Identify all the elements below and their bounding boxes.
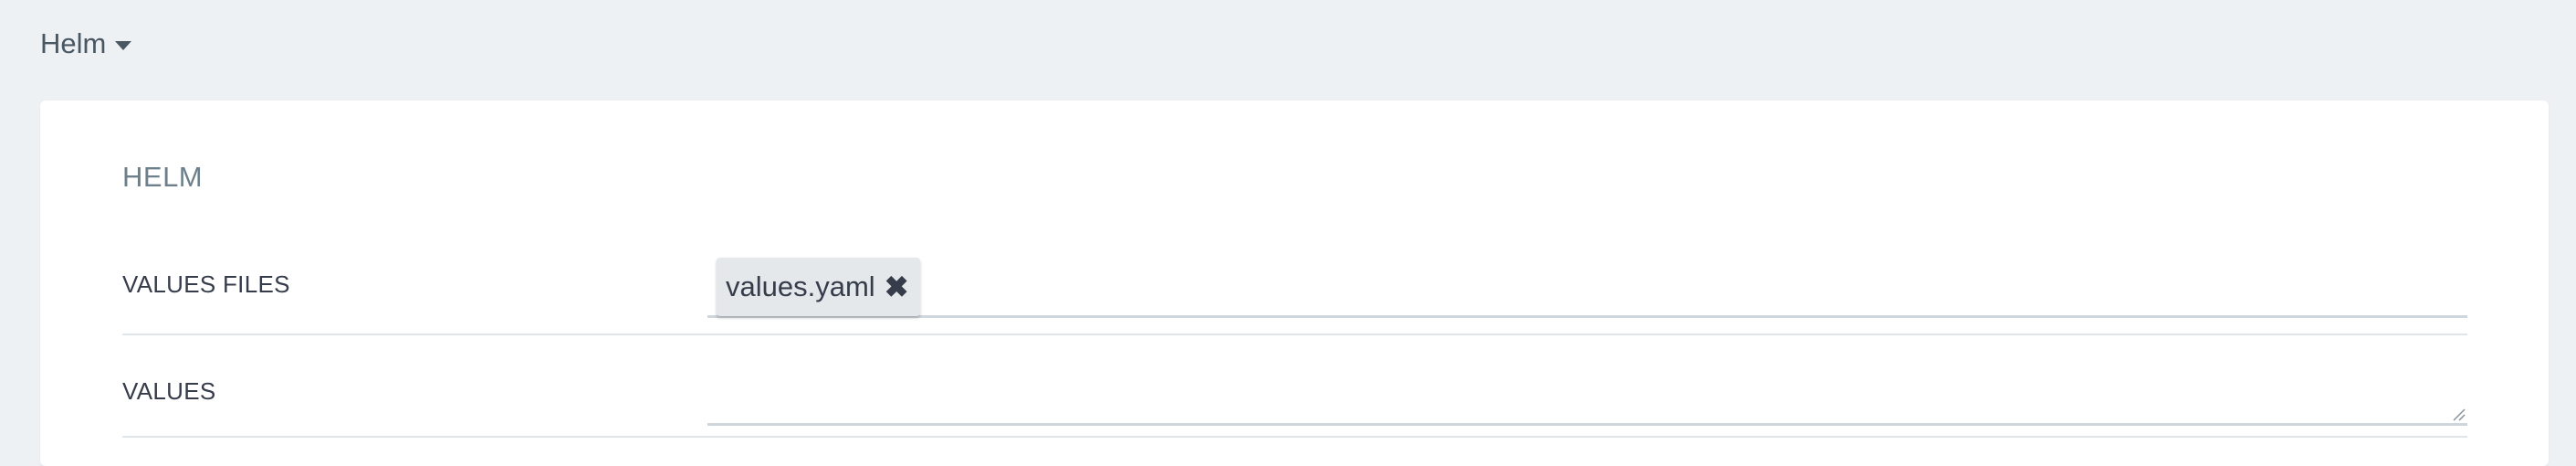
close-icon[interactable]: ✖ — [885, 272, 909, 302]
helm-section-toggle[interactable]: Helm — [40, 27, 132, 60]
resize-handle-icon[interactable] — [2451, 407, 2466, 421]
values-textarea[interactable] — [707, 335, 2467, 426]
section-title: Helm — [40, 27, 107, 59]
values-file-tag: values.yaml ✖ — [717, 258, 920, 316]
tag-label: values.yaml — [726, 270, 875, 302]
values-label: VALUES — [122, 377, 216, 405]
values-files-tag-input[interactable]: values.yaml ✖ — [707, 228, 2467, 318]
values-files-row: VALUES FILES values.yaml ✖ — [122, 228, 2467, 335]
values-files-label: VALUES FILES — [122, 270, 290, 298]
card-title: HELM — [122, 161, 204, 193]
values-row: VALUES — [122, 335, 2467, 438]
caret-down-icon — [115, 41, 132, 50]
helm-card: HELM VALUES FILES values.yaml ✖ VALUES — [40, 101, 2549, 466]
